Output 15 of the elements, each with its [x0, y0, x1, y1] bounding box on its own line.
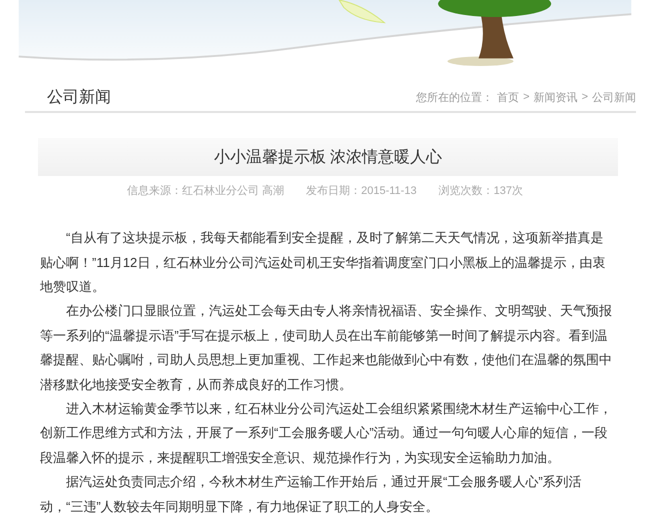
breadcrumb-label: 您所在的位置： — [416, 90, 494, 105]
breadcrumb-link[interactable]: 公司新闻 — [592, 90, 636, 105]
breadcrumb-link[interactable]: 新闻资讯 — [534, 90, 578, 105]
section-title: 公司新闻 — [47, 88, 111, 108]
article-meta: 浏览次数：137次 — [438, 184, 523, 198]
breadcrumb-link[interactable]: 首页 — [497, 90, 520, 105]
article-paragraph: 在办公楼门口显眼位置，汽运处工会每天由专人将亲情祝福语、安全操作、文明驾驶、天气预报等一系列的“温馨提示语”手写在提示板上，使司助人员在出车前能够第一时间了解提示内容。看到温馨提醒、贴心嘱咐，司助人员思想上更加重视、工作起来也能做到心中有数，使他们在温馨的氛围中潜移默化地接受安全教育，从而养成良好的工作习惯。 — [40, 302, 612, 394]
breadcrumb-separator: > — [582, 91, 588, 104]
article-paragraph: “自从有了这块提示板，我每天都能看到安全提醒，及时了解第二天天气情况，这项新举措真是贴心啊！”11月12日，红石林业分公司汽运处司机王安华指着调度室门口小黑板上的温馨提示，由衷地赞叹道。 — [40, 229, 606, 296]
article-meta: 信息来源：红石林业分公司 高潮 — [127, 184, 284, 198]
article-meta: 发布日期：2015-11-13 — [306, 184, 417, 198]
article-paragraph: 进入木材运输黄金季节以来，红石林业分公司汽运处工会组织紧紧围绕木材生产运输中心工作，创新工作思维方式和方法，开展了一系列“工会服务暖人心”活动。通过一句句暖人心扉的短信，一段段温馨入怀的提示，来提醒职工增强安全意识、规范操作行为，为实现安全运输助力加油。 — [40, 400, 612, 467]
article-title: 小小温馨提示板 浓浓情意暖人心 — [214, 148, 442, 168]
article-paragraph: 据汽运处负责同志介绍，今秋木材生产运输工作开始后，通过开展“工会服务暖人心”系列活动，“三违”人数较去年同期明显下降，有力地保证了职工的人身安全。 — [40, 473, 583, 516]
breadcrumb-separator: > — [523, 91, 530, 104]
